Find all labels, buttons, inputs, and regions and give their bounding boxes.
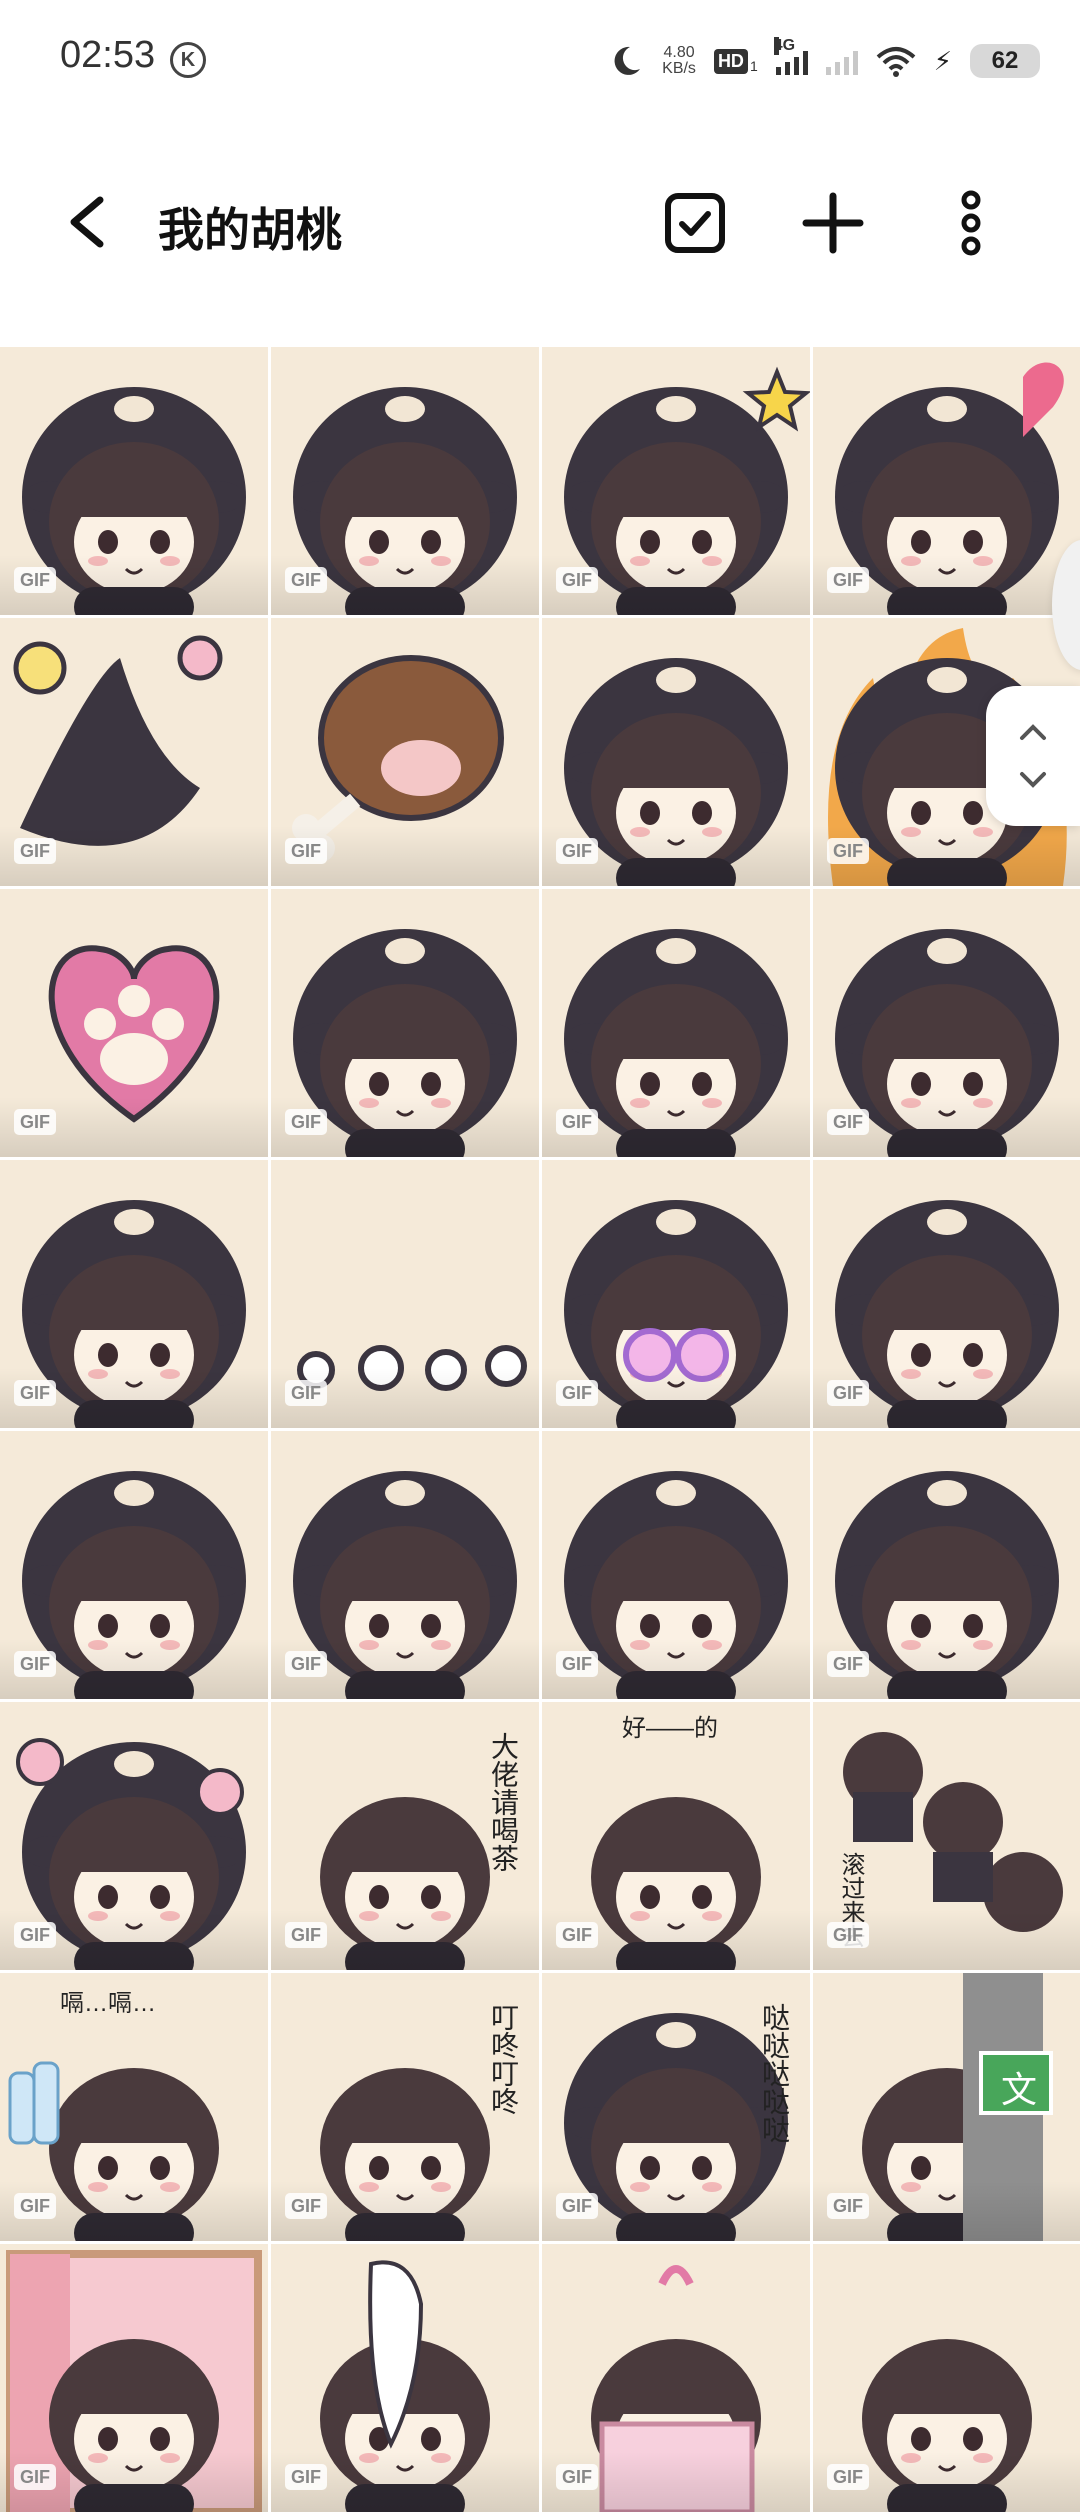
gif-badge: GIF [556, 2193, 598, 2219]
gif-badge: GIF [285, 1380, 327, 1406]
add-icon[interactable] [798, 188, 868, 258]
sticker-item[interactable]: GIF [271, 2244, 539, 2512]
back-arrow-icon[interactable] [60, 192, 120, 252]
sticker-item[interactable]: GIF [813, 1431, 1080, 1699]
sticker-item[interactable]: GIF [813, 1160, 1080, 1428]
gif-badge: GIF [827, 567, 869, 593]
gif-badge: GIF [556, 1109, 598, 1135]
net-speed-unit: KB/s [662, 60, 696, 77]
sticker-caption: 嗝…嗝… [60, 1990, 156, 2017]
sticker-caption: 叮咚叮咚 [487, 2003, 520, 2115]
sticker-item[interactable]: GIF [542, 2244, 810, 2512]
sticker-item[interactable]: GIF [542, 1160, 810, 1428]
gif-badge: GIF [14, 567, 56, 593]
gif-badge: GIF [14, 1922, 56, 1948]
gif-badge: GIF [827, 2464, 869, 2490]
sticker-item[interactable]: 好——的 GIF [542, 1702, 810, 1970]
charging-icon: ⚡ [933, 45, 952, 76]
battery-level: 62 [991, 47, 1019, 74]
do-not-disturb-moon-icon [614, 46, 641, 75]
network-type: 4G [773, 37, 796, 55]
wifi-icon [876, 47, 916, 77]
sticker-item[interactable]: GIF [271, 1160, 539, 1428]
sticker-caption: 好——的 [622, 1715, 718, 1742]
gif-badge: GIF [556, 1380, 598, 1406]
sticker-caption: 大佬请喝茶 [487, 1732, 520, 1872]
gif-badge: GIF [14, 1380, 56, 1406]
gif-badge: GIF [285, 1922, 327, 1948]
scroll-control[interactable] [986, 686, 1080, 826]
gif-badge: GIF [285, 1651, 327, 1677]
sticker-item[interactable]: 叮咚叮咚 GIF [271, 1973, 539, 2241]
gif-badge: GIF [285, 2193, 327, 2219]
sticker-grid: GIF GIF GIF GIF GIF GIF GIF GIF GIF GIF GIF GIF GIF G… [0, 347, 1080, 2512]
gif-badge: GIF [556, 1922, 598, 1948]
sticker-item[interactable]: GIF [0, 1160, 268, 1428]
net-speed-value: 4.80 [663, 44, 695, 61]
gif-badge: GIF [14, 2464, 56, 2490]
scroll-down-icon[interactable] [1016, 768, 1050, 792]
gif-badge: GIF [556, 2464, 598, 2490]
battery-icon: 62 [970, 44, 1040, 78]
k-badge-icon: K [170, 42, 206, 78]
app-bar: 我的胡桃 [0, 150, 1080, 300]
sticker-item[interactable]: 滚过来去 GIF [813, 1702, 1080, 1970]
gif-badge: GIF [285, 1109, 327, 1135]
signal-4g-icon: 4G [773, 37, 808, 75]
sticker-item[interactable]: GIF [271, 1431, 539, 1699]
gif-badge: GIF [827, 1109, 869, 1135]
gif-badge: GIF [827, 1380, 869, 1406]
sticker-item[interactable]: GIF [813, 889, 1080, 1157]
sticker-item[interactable]: GIF [0, 2244, 268, 2512]
gif-badge: GIF [556, 567, 598, 593]
gif-badge: GIF [14, 1651, 56, 1677]
sticker-item[interactable]: GIF [542, 889, 810, 1157]
sticker-item[interactable]: GIF [0, 889, 268, 1157]
page-title: 我的胡桃 [158, 204, 342, 256]
status-time: 02:53 [60, 34, 156, 76]
signal-empty-icon [825, 47, 858, 75]
sticker-item[interactable]: 大佬请喝茶 GIF [271, 1702, 539, 1970]
hd-label: HD [713, 48, 748, 74]
sticker-item[interactable]: GIF [542, 1431, 810, 1699]
gif-badge: GIF [556, 838, 598, 864]
gif-badge: GIF [285, 2464, 327, 2490]
sticker-item[interactable]: GIF [542, 618, 810, 886]
gif-badge: GIF [827, 2193, 869, 2219]
gif-badge: GIF [285, 838, 327, 864]
sticker-item[interactable]: GIF [271, 889, 539, 1157]
sticker-item[interactable]: GIF [813, 2244, 1080, 2512]
gif-badge: GIF [827, 1651, 869, 1677]
hd-voice-icon: HD 1 [713, 48, 758, 74]
sticker-item[interactable]: GIF [0, 618, 268, 886]
more-vertical-icon[interactable] [936, 188, 1006, 258]
select-checkbox-icon[interactable] [660, 188, 730, 258]
sticker-item[interactable]: GIF [0, 1702, 268, 1970]
gif-badge: GIF [556, 1651, 598, 1677]
sticker-item[interactable]: GIF [542, 347, 810, 615]
sticker-item[interactable]: 嗝…嗝… GIF [0, 1973, 268, 2241]
gif-badge: GIF [285, 567, 327, 593]
status-bar: 02:53 K 4.80 KB/s HD 1 4G ⚡ 62 [0, 0, 1080, 120]
scroll-up-icon[interactable] [1016, 720, 1050, 744]
sticker-caption: 文 [1001, 2069, 1038, 2110]
sticker-item[interactable]: GIF [271, 618, 539, 886]
gif-badge: GIF [14, 2193, 56, 2219]
gif-badge: GIF [14, 1109, 56, 1135]
gif-badge: GIF [14, 838, 56, 864]
gif-badge: GIF [827, 1922, 869, 1948]
sticker-item[interactable]: GIF [0, 1431, 268, 1699]
gif-badge: GIF [827, 838, 869, 864]
sticker-item[interactable]: GIF [813, 347, 1080, 615]
hd-sub: 1 [749, 57, 758, 74]
sticker-item[interactable]: 哒哒哒哒哒 GIF [542, 1973, 810, 2241]
status-icons: 4.80 KB/s HD 1 4G ⚡ 62 [608, 36, 1040, 86]
sticker-item[interactable]: 文 GIF [813, 1973, 1080, 2241]
net-speed: 4.80 KB/s [662, 45, 696, 77]
sticker-item[interactable]: GIF [271, 347, 539, 615]
sticker-item[interactable]: GIF [0, 347, 268, 615]
sticker-caption: 哒哒哒哒哒 [758, 2003, 791, 2143]
